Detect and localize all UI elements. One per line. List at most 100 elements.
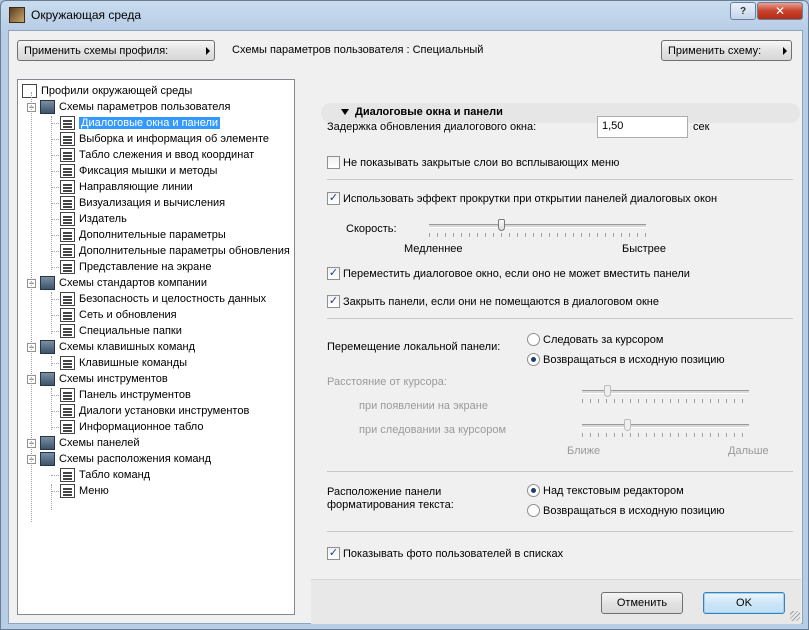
tree-item[interactable]: Представление на экране	[60, 259, 211, 275]
network-icon	[60, 308, 75, 322]
tree-item[interactable]: Безопасность и целостность данных	[60, 291, 266, 307]
collapse-triangle-icon	[341, 109, 349, 115]
toolbox-icon	[60, 388, 75, 402]
help-button[interactable]: ?	[730, 2, 756, 20]
folder-icon	[40, 340, 55, 354]
hide-closed-layers-label: Не показывать закрытые слои во всплывающ…	[343, 157, 620, 169]
tree-item-label: Направляющие линии	[79, 181, 193, 193]
apply-scheme-label: Применить схему:	[668, 44, 762, 57]
divider	[327, 531, 793, 532]
tree-item[interactable]: Фиксация мышки и методы	[60, 163, 217, 179]
close-button[interactable]: ✕	[757, 2, 803, 20]
delay-input[interactable]: 1,50	[597, 116, 688, 138]
tree-item[interactable]: Информационное табло	[60, 419, 203, 435]
divider	[327, 471, 793, 472]
tree-group[interactable]: Схемы панелей	[40, 435, 140, 451]
tree-item[interactable]: Меню	[60, 483, 109, 499]
delay-unit: сек	[693, 121, 710, 133]
tree-group[interactable]: Схемы стандартов компании	[40, 275, 207, 291]
hide-closed-layers-checkbox[interactable]	[327, 156, 340, 169]
guide-lines-icon	[60, 180, 75, 194]
tree-root[interactable]: Профили окружающей среды	[22, 83, 192, 99]
tree-connector	[51, 299, 59, 300]
speed-slow-label: Медленнее	[404, 243, 463, 255]
return-home-2-radio[interactable]	[527, 504, 540, 517]
tree-item-label: Табло слежения и ввод координат	[79, 149, 255, 161]
selection-icon	[60, 132, 75, 146]
tree-item-label: Сеть и обновления	[79, 309, 177, 321]
settings-tree[interactable]: Профили окружающей среды Схемы параметро…	[17, 79, 295, 615]
return-home-radio[interactable]	[527, 353, 540, 366]
tree-item[interactable]: Сеть и обновления	[60, 307, 177, 323]
display-icon	[60, 260, 75, 274]
more-options-icon	[60, 228, 75, 242]
tree-item[interactable]: Дополнительные параметры	[60, 227, 226, 243]
tree-connector	[51, 123, 59, 124]
tree-item-label: Схемы панелей	[59, 437, 140, 449]
local-panel-label: Перемещение локальной панели:	[327, 341, 501, 353]
speed-slider-thumb[interactable]	[497, 219, 505, 231]
tree-item[interactable]: Издатель	[60, 211, 127, 227]
tree-item-label: Клавишные команды	[79, 357, 188, 369]
menu-icon	[60, 484, 75, 498]
apply-profile-button[interactable]: Применить схемы профиля:	[17, 40, 215, 61]
tree-connector	[51, 219, 59, 220]
tree-connector	[51, 491, 59, 492]
tree-item[interactable]: Дополнительные параметры обновления	[60, 243, 290, 259]
title-bar[interactable]: Окружающая среда ? ✕	[1, 1, 808, 29]
tree-group[interactable]: Схемы инструментов	[40, 371, 168, 387]
return-home-label: Возвращаться в исходную позицию	[543, 354, 725, 366]
tree-item-label: Дополнительные параметры обновления	[79, 245, 290, 257]
tree-connector	[51, 251, 59, 252]
format-panel-label-line2: форматирования текста:	[327, 499, 454, 511]
close-panels-checkbox[interactable]: ✓	[327, 295, 340, 308]
tree-group[interactable]: Схемы параметров пользователя	[40, 99, 230, 115]
tree-item[interactable]: Панель инструментов	[60, 387, 191, 403]
dialog-body: Применить схемы профиля: Схемы параметро…	[8, 30, 803, 624]
speed-label: Скорость:	[346, 223, 397, 235]
above-editor-label: Над текстовым редактором	[543, 485, 684, 497]
folder-icon	[40, 452, 55, 466]
resize-grip[interactable]	[790, 611, 800, 621]
tree-connector	[51, 203, 59, 204]
show-photos-checkbox[interactable]: ✓	[327, 547, 340, 560]
cancel-button[interactable]: Отменить	[601, 592, 683, 614]
tree-item[interactable]: Табло команд	[60, 467, 150, 483]
tree-guide-line	[51, 388, 52, 430]
follow-cursor-radio[interactable]	[527, 333, 540, 346]
tree-item[interactable]: Выборка и информация об элементе	[60, 131, 269, 147]
tree-item[interactable]: Специальные папки	[60, 323, 182, 339]
move-dialog-checkbox[interactable]: ✓	[327, 267, 340, 280]
tree-group[interactable]: Схемы клавишных команд	[40, 339, 195, 355]
tree-item[interactable]: Диалоговые окна и панели	[60, 115, 221, 131]
appear-slider-thumb[interactable]	[604, 385, 612, 397]
tree-item-label: Издатель	[79, 213, 127, 225]
speed-fast-label: Быстрее	[622, 243, 667, 255]
tree-item-label: Схемы инструментов	[59, 373, 168, 385]
tree-connector	[51, 267, 59, 268]
ok-button[interactable]: OK	[703, 592, 785, 614]
follow-cursor-label: Следовать за курсором	[543, 334, 664, 346]
tree-connector	[51, 411, 59, 412]
follow-slider-thumb[interactable]	[624, 419, 632, 431]
move-dialog-label: Переместить диалоговое окно, если оно не…	[343, 268, 690, 280]
app-icon	[9, 7, 25, 23]
tree-guide-line	[51, 292, 52, 334]
tree-item[interactable]: Диалоги установки инструментов	[60, 403, 249, 419]
tree-guide-line	[51, 116, 52, 270]
folder-icon	[40, 436, 55, 450]
tree-group[interactable]: Схемы расположения команд	[40, 451, 211, 467]
tree-item[interactable]: Табло слежения и ввод координат	[60, 147, 254, 163]
tree-item[interactable]: Направляющие линии	[60, 179, 193, 195]
panel-title: Диалоговые окна и панели	[355, 106, 503, 118]
scroll-effect-checkbox[interactable]: ✓	[327, 192, 340, 205]
show-photos-label: Показывать фото пользователей в списках	[343, 548, 564, 560]
above-editor-radio[interactable]	[527, 484, 540, 497]
tree-item[interactable]: Визуализация и вычисления	[60, 195, 225, 211]
mouse-icon	[60, 164, 75, 178]
tree-item-label: Схемы клавишных команд	[59, 341, 196, 353]
panel-header[interactable]: Диалоговые окна и панели	[321, 103, 800, 123]
apply-scheme-button[interactable]: Применить схему:	[661, 40, 792, 61]
tree-item-label: Дополнительные параметры	[79, 229, 226, 241]
tree-item[interactable]: Клавишные команды	[60, 355, 187, 371]
